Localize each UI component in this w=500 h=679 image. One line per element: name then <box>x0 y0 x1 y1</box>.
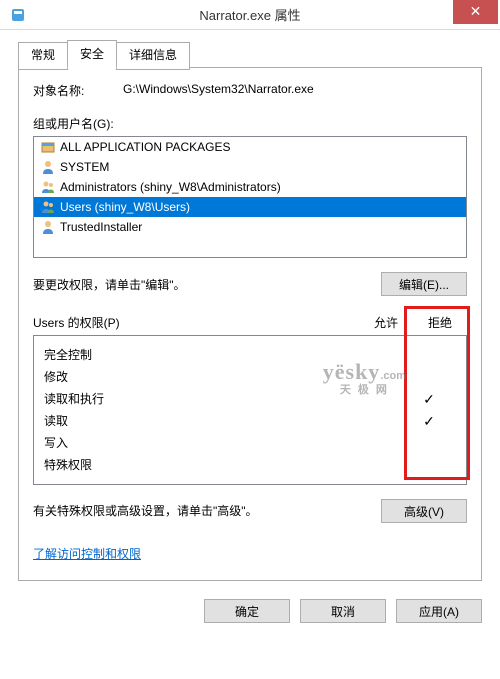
list-item-label: ALL APPLICATION PACKAGES <box>60 140 231 154</box>
list-item[interactable]: SYSTEM <box>34 157 466 177</box>
titlebar: Narrator.exe 属性 ✕ <box>0 0 500 30</box>
close-button[interactable]: ✕ <box>453 0 498 24</box>
permission-row: 完全控制 <box>44 344 456 366</box>
permission-row: 写入 <box>44 432 456 454</box>
permission-name: 写入 <box>44 432 348 454</box>
list-item-label: TrustedInstaller <box>60 220 142 234</box>
edit-hint: 要更改权限，请单击"编辑"。 <box>33 276 381 293</box>
edit-row: 要更改权限，请单击"编辑"。 编辑(E)... <box>33 272 467 296</box>
permission-name: 读取 <box>44 410 348 432</box>
list-item-label: SYSTEM <box>60 160 109 174</box>
perm-header-allow: 允许 <box>359 314 413 331</box>
ok-button[interactable]: 确定 <box>204 599 290 623</box>
window-title: Narrator.exe 属性 <box>0 5 500 24</box>
advanced-hint: 有关特殊权限或高级设置，请单击"高级"。 <box>33 502 381 520</box>
package-icon <box>40 139 56 155</box>
list-item[interactable]: TrustedInstaller <box>34 217 466 237</box>
perm-header: Users 的权限(P) 允许 拒绝 <box>33 314 467 331</box>
tabs: 常规 安全 详细信息 <box>18 40 482 68</box>
list-item[interactable]: Users (shiny_W8\Users) <box>34 197 466 217</box>
cancel-button[interactable]: 取消 <box>300 599 386 623</box>
user-icon <box>40 159 56 175</box>
tab-general[interactable]: 常规 <box>18 42 68 70</box>
edit-button[interactable]: 编辑(E)... <box>381 272 467 296</box>
permission-row: 读取 ✓ <box>44 410 456 432</box>
permission-row: 读取和执行 ✓ <box>44 388 456 410</box>
tab-details[interactable]: 详细信息 <box>116 42 190 70</box>
apply-button[interactable]: 应用(A) <box>396 599 482 623</box>
object-path: G:\Windows\System32\Narrator.exe <box>123 82 467 96</box>
advanced-button[interactable]: 高级(V) <box>381 499 467 523</box>
groups-label: 组或用户名(G): <box>33 115 467 132</box>
list-item[interactable]: Administrators (shiny_W8\Administrators) <box>34 177 466 197</box>
groups-listbox[interactable]: ALL APPLICATION PACKAGES SYSTEM Administra… <box>33 136 467 258</box>
object-label: 对象名称: <box>33 82 123 99</box>
permission-name: 读取和执行 <box>44 388 348 410</box>
permission-row: 修改 <box>44 366 456 388</box>
permission-name: 修改 <box>44 366 348 388</box>
footer: 确定 取消 应用(A) <box>18 599 482 623</box>
permission-name: 特殊权限 <box>44 454 348 476</box>
object-row: 对象名称: G:\Windows\System32\Narrator.exe <box>33 82 467 99</box>
dialog-content: 常规 安全 详细信息 对象名称: G:\Windows\System32\Nar… <box>0 30 500 637</box>
users-icon <box>40 179 56 195</box>
list-item-label: Administrators (shiny_W8\Administrators) <box>60 180 281 194</box>
permission-name: 完全控制 <box>44 344 348 366</box>
permission-row: 特殊权限 <box>44 454 456 476</box>
permission-deny: ✓ <box>402 388 456 410</box>
permissions-box: yësky.com 天 极 网 完全控制修改读取和执行✓读取✓写入特殊权限 <box>33 335 467 485</box>
list-item-label: Users (shiny_W8\Users) <box>60 200 190 214</box>
tab-security[interactable]: 安全 <box>67 40 117 68</box>
advanced-row: 有关特殊权限或高级设置，请单击"高级"。 高级(V) <box>33 499 467 523</box>
perm-header-deny: 拒绝 <box>413 314 467 331</box>
permission-deny: ✓ <box>402 410 456 432</box>
app-icon <box>10 7 26 23</box>
list-item[interactable]: ALL APPLICATION PACKAGES <box>34 137 466 157</box>
perm-header-name: Users 的权限(P) <box>33 314 359 331</box>
tab-panel-security: 对象名称: G:\Windows\System32\Narrator.exe 组… <box>18 67 482 581</box>
learn-link[interactable]: 了解访问控制和权限 <box>33 545 141 562</box>
users-icon <box>40 199 56 215</box>
user-icon <box>40 219 56 235</box>
